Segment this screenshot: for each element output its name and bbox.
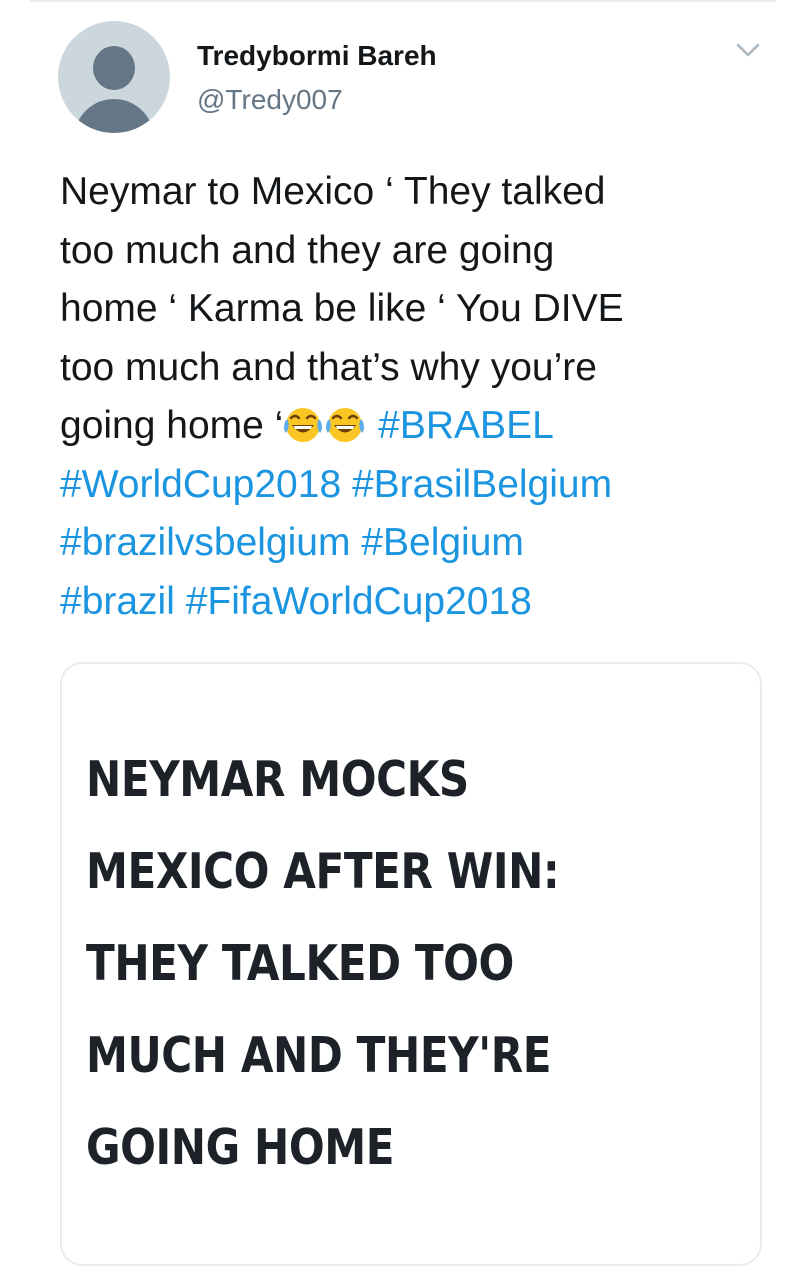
headline-line: GOING HOME — [86, 1119, 395, 1176]
hashtag-line[interactable]: #WorldCup2018 #BrasilBelgium — [60, 456, 780, 515]
headline-line: NEYMAR MOCKS — [86, 751, 469, 808]
tweet-line-text: going home ‘ — [60, 404, 284, 447]
tweet-line: too much and that’s why you’re — [60, 345, 597, 389]
headline-line: MEXICO AFTER WIN: — [86, 843, 560, 900]
author-handle[interactable]: @Tredy007 — [197, 84, 343, 116]
headline-line: MUCH AND THEY'RE — [86, 1027, 552, 1084]
link-preview-card[interactable]: NEYMAR MOCKS MEXICO AFTER WIN: THEY TALK… — [60, 662, 762, 1266]
card-headline: NEYMAR MOCKS MEXICO AFTER WIN: THEY TALK… — [86, 734, 654, 1194]
avatar-body — [74, 99, 154, 133]
tweet-line: too much and they are going — [60, 228, 555, 272]
headline-line: THEY TALKED TOO — [86, 935, 514, 992]
chevron-down-icon[interactable] — [732, 36, 764, 64]
hashtag-link[interactable]: #BRABEL — [378, 404, 554, 447]
face-with-tears-of-joy-icon — [326, 408, 365, 442]
hashtag-line[interactable]: #brazilvsbelgium #Belgium — [60, 514, 780, 573]
avatar-head — [93, 46, 135, 90]
top-divider — [30, 0, 776, 2]
tweet-line: home ‘ Karma be like ‘ You DIVE — [60, 287, 624, 330]
tweet-text: Neymar to Mexico ‘ They talked too much … — [60, 163, 780, 631]
author-display-name[interactable]: Tredybormi Bareh — [197, 40, 437, 72]
tweet-line: Neymar to Mexico ‘ They talked — [60, 170, 606, 213]
hashtag-line[interactable]: #brazil #FifaWorldCup2018 — [60, 573, 780, 632]
avatar[interactable] — [58, 21, 170, 133]
face-with-tears-of-joy-icon — [284, 408, 323, 442]
tweet-line-with-emoji: going home ‘ #BRABEL — [60, 397, 780, 456]
